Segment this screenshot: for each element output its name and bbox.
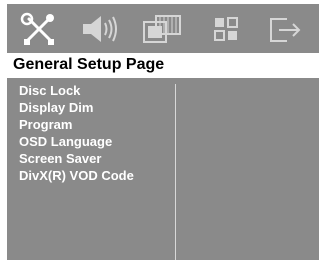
tab-general-setup[interactable] [15,10,63,48]
menu-item-disc-lock[interactable]: Disc Lock [7,82,173,99]
menu-list: Disc Lock Display Dim Program OSD Langua… [7,82,173,184]
setup-menu-screen: General Setup Page Disc Lock Display Dim… [7,4,319,260]
tab-video-setup[interactable] [138,10,186,48]
tab-audio-setup[interactable] [75,10,123,48]
column-divider [175,84,176,260]
menu-item-display-dim[interactable]: Display Dim [7,99,173,116]
tab-bar [7,4,319,52]
tools-icon [20,12,54,45]
film-icon [143,15,181,43]
menu-item-screen-saver[interactable]: Screen Saver [7,150,173,167]
tab-exit[interactable] [261,10,309,48]
speaker-icon [83,16,117,42]
page-title: General Setup Page [13,56,165,73]
tab-preference[interactable] [202,10,250,48]
page-title-bar: General Setup Page [7,53,319,78]
exit-icon [270,18,301,42]
preferences-icon [214,17,238,41]
menu-item-program[interactable]: Program [7,116,173,133]
menu-item-divx-vod-code[interactable]: DivX(R) VOD Code [7,167,173,184]
menu-item-osd-language[interactable]: OSD Language [7,133,173,150]
